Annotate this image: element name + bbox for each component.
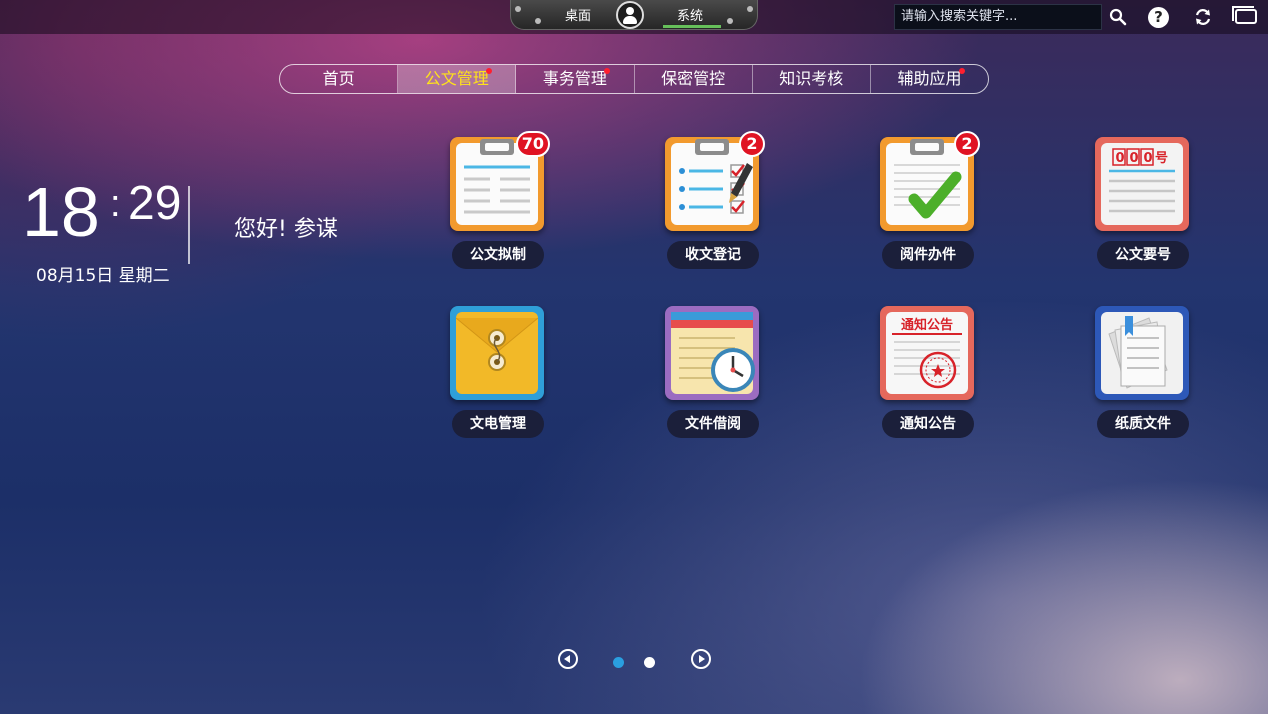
app-label: 公文要号 [1097, 241, 1189, 269]
top-bar: 桌面 系统 请输入搜索关键字... ? [0, 0, 1268, 34]
screw-decoration [515, 6, 521, 12]
tab-knowledge-assessment[interactable]: 知识考核 [753, 65, 871, 93]
main-nav-tabs: 首页 公文管理 事务管理 保密管控 知识考核 辅助应用 [279, 64, 989, 94]
app-label: 阅件办件 [882, 241, 974, 269]
count-badge: 2 [739, 131, 765, 157]
dock-tab-desktop[interactable]: 桌面 [565, 5, 591, 24]
clock-divider [188, 186, 190, 264]
notification-dot [958, 68, 965, 74]
dock-switcher: 桌面 系统 [510, 0, 758, 30]
page-indicator-1[interactable] [613, 657, 624, 668]
app-label: 纸质文件 [1097, 410, 1189, 438]
svg-text:通知公告: 通知公告 [901, 317, 953, 333]
screw-decoration [535, 18, 541, 24]
review-check-icon: 2 [880, 131, 980, 231]
app-label: 公文拟制 [452, 241, 544, 269]
app-document-number[interactable]: 0 0 0 号 公文要号 [1081, 137, 1201, 277]
clock-hour: 18 [22, 173, 100, 251]
previous-page-icon[interactable] [558, 649, 578, 669]
envelope-icon [450, 306, 544, 400]
notification-dot [486, 68, 493, 74]
app-label: 通知公告 [882, 410, 974, 438]
window-switch-icon[interactable] [1232, 6, 1257, 24]
search-icon[interactable] [1109, 8, 1127, 26]
page-indicator-2[interactable] [644, 657, 655, 668]
svg-text:0: 0 [1130, 151, 1139, 166]
svg-text:号: 号 [1155, 151, 1168, 166]
tab-security-control[interactable]: 保密管控 [635, 65, 753, 93]
user-avatar-icon[interactable] [616, 1, 644, 29]
tab-affairs-management[interactable]: 事务管理 [516, 65, 635, 93]
tab-auxiliary-apps[interactable]: 辅助应用 [871, 65, 988, 93]
notification-dot [604, 68, 611, 74]
svg-text:0: 0 [1144, 151, 1153, 166]
refresh-icon[interactable] [1194, 8, 1212, 26]
svg-text:0: 0 [1116, 151, 1125, 166]
paper-files-icon [1095, 306, 1189, 400]
app-notice-announcement[interactable]: 通知公告 通知公告 [866, 306, 986, 446]
app-document-drafting[interactable]: 70 公文拟制 [436, 131, 556, 277]
count-badge: 70 [515, 131, 550, 157]
clock-colon: : [110, 183, 121, 225]
active-tab-indicator [663, 25, 721, 28]
clock-date: 08月15日 星期二 [36, 266, 170, 286]
app-receipt-register[interactable]: 2 收文登记 [651, 131, 771, 277]
dock-tab-system[interactable]: 系统 [677, 5, 703, 24]
screw-decoration [747, 6, 753, 12]
clock-minute: 29 [128, 177, 182, 230]
greeting-text: 您好! 参谋 [234, 217, 338, 242]
file-borrow-clock-icon [665, 306, 759, 400]
app-paper-files[interactable]: 纸质文件 [1081, 306, 1201, 446]
receipt-register-icon: 2 [665, 131, 765, 231]
search-input[interactable]: 请输入搜索关键字... [894, 4, 1102, 30]
count-badge: 2 [954, 131, 980, 157]
tab-document-management[interactable]: 公文管理 [398, 65, 517, 93]
app-label: 收文登记 [667, 241, 759, 269]
document-drafting-icon: 70 [450, 131, 550, 231]
notice-stamp-icon: 通知公告 [880, 306, 974, 400]
app-label: 文件借阅 [667, 410, 759, 438]
app-telegram-management[interactable]: 文电管理 [436, 306, 556, 446]
app-file-borrow[interactable]: 文件借阅 [651, 306, 771, 446]
screw-decoration [727, 18, 733, 24]
help-icon[interactable]: ? [1148, 7, 1169, 28]
tab-home[interactable]: 首页 [280, 65, 399, 93]
next-page-icon[interactable] [691, 649, 711, 669]
document-number-icon: 0 0 0 号 [1095, 137, 1189, 231]
app-review-process[interactable]: 2 阅件办件 [866, 131, 986, 277]
app-label: 文电管理 [452, 410, 544, 438]
